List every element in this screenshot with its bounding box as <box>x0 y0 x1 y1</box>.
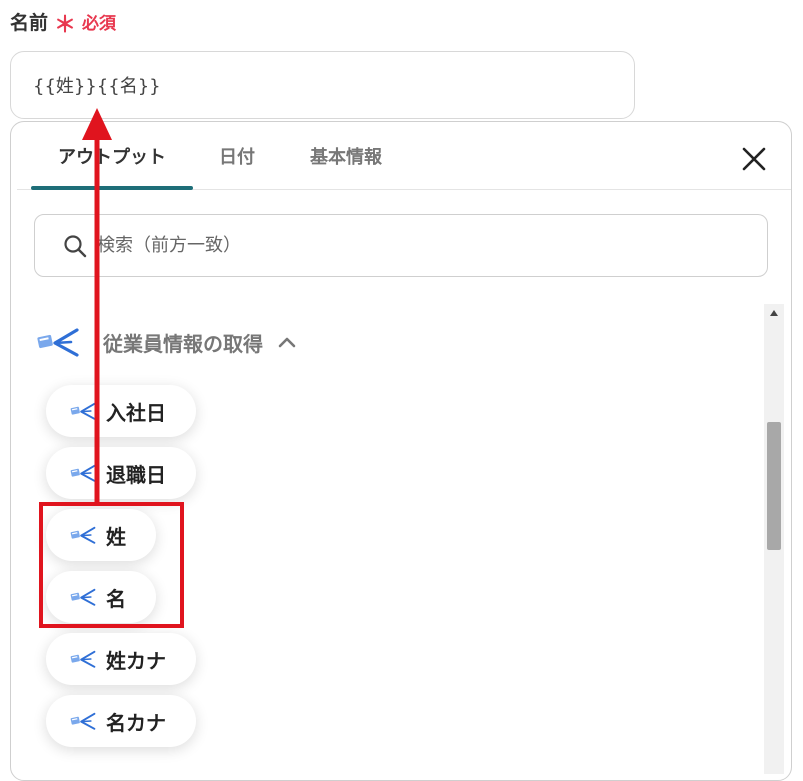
list-item-label: 退職日 <box>106 462 166 487</box>
list-item-label: 姓カナ <box>106 648 166 673</box>
list-item-label: 姓 <box>106 524 126 549</box>
required-badge: 必須 <box>82 14 117 34</box>
field-label-row: 名前 ＊ 必須 <box>10 8 117 38</box>
variable-picker-panel: アウトプット 日付 基本情報 従業員情報の取得 入社日 退職日 <box>10 121 792 781</box>
list-item-label: 入社日 <box>106 400 166 425</box>
search-icon <box>63 234 87 258</box>
tab-bar: アウトプット 日付 基本情報 <box>17 122 791 190</box>
list-item[interactable]: 姓 <box>46 509 156 561</box>
field-label: 名前 <box>10 12 49 34</box>
scroll-up-arrow-icon[interactable] <box>764 308 784 322</box>
list-item[interactable]: 入社日 <box>46 385 196 437</box>
list-item-label: 名 <box>106 586 126 611</box>
tab-date[interactable]: 日付 <box>211 122 263 189</box>
app-arrow-icon <box>70 712 96 730</box>
chevron-up-icon <box>278 337 296 348</box>
search-box[interactable] <box>34 214 768 277</box>
list-item[interactable]: 名 <box>46 571 156 623</box>
app-arrow-icon <box>70 650 96 668</box>
group-header-employee-info[interactable]: 従業員情報の取得 <box>37 322 297 362</box>
required-star-icon: ＊ <box>54 13 77 38</box>
list-item[interactable]: 退職日 <box>46 447 196 499</box>
list-item[interactable]: 名カナ <box>46 695 196 747</box>
app-arrow-icon <box>70 402 96 420</box>
app-arrow-icon <box>70 588 96 606</box>
group-title: 従業員情報の取得 <box>103 331 263 356</box>
list-item-label: 名カナ <box>106 710 166 735</box>
name-field-value: {{姓}}{{名}} <box>33 76 161 97</box>
app-arrow-icon <box>37 327 79 357</box>
tab-output[interactable]: アウトプット <box>31 122 193 190</box>
tab-basic-info[interactable]: 基本情報 <box>301 122 391 189</box>
name-field[interactable]: {{姓}}{{名}} <box>10 51 635 119</box>
scrollbar[interactable] <box>764 304 784 774</box>
scrollbar-thumb[interactable] <box>767 422 781 550</box>
app-arrow-icon <box>70 464 96 482</box>
close-icon[interactable] <box>739 144 769 174</box>
list-item[interactable]: 姓カナ <box>46 633 196 685</box>
search-input[interactable] <box>95 234 699 257</box>
app-arrow-icon <box>70 526 96 544</box>
